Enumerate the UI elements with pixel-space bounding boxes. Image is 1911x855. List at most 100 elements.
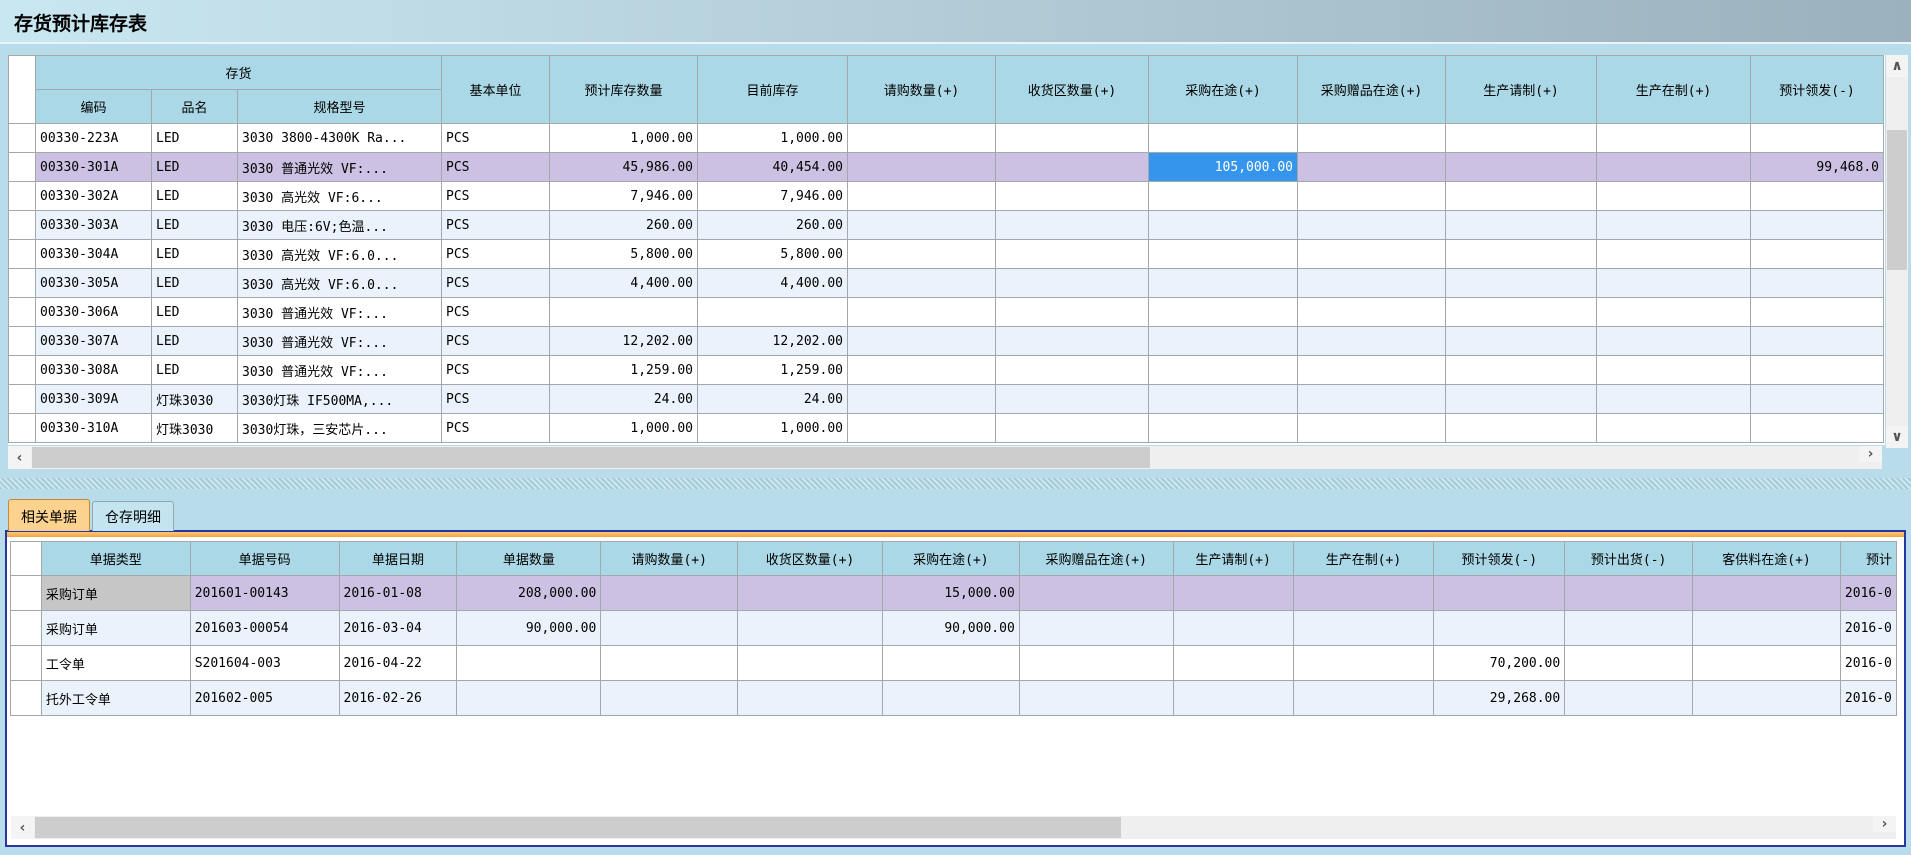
cell[interactable]: PCS (442, 414, 550, 443)
row-selector[interactable] (11, 611, 42, 646)
cell[interactable] (1597, 269, 1751, 298)
column-header[interactable]: 请购数量(+) (601, 542, 738, 576)
cell[interactable] (738, 646, 883, 681)
column-header[interactable]: 采购赠品在途(+) (1019, 542, 1173, 576)
column-header[interactable]: 采购在途(+) (882, 542, 1019, 576)
cell[interactable]: 3030灯珠，三安芯片... (238, 414, 442, 443)
row-selector[interactable] (9, 124, 36, 153)
cell[interactable] (1019, 646, 1173, 681)
cell[interactable] (1751, 327, 1884, 356)
cell[interactable] (1434, 576, 1565, 611)
scroll-left-icon[interactable]: ‹ (8, 446, 31, 469)
cell[interactable] (1693, 681, 1841, 716)
row-selector[interactable] (9, 211, 36, 240)
cell[interactable]: 1,000.00 (550, 414, 698, 443)
cell[interactable]: 00330-302A (36, 182, 152, 211)
column-header[interactable]: 收货区数量(+) (738, 542, 883, 576)
cell[interactable]: 1,259.00 (550, 356, 698, 385)
column-header[interactable]: 请购数量(+) (848, 56, 996, 124)
cell[interactable] (1293, 646, 1434, 681)
cell[interactable] (457, 646, 601, 681)
cell[interactable]: 5,800.00 (698, 240, 848, 269)
cell[interactable]: 00330-301A (36, 153, 152, 182)
panel-splitter[interactable] (0, 478, 1911, 489)
cell[interactable]: 00330-305A (36, 269, 152, 298)
cell[interactable]: 灯珠3030 (152, 414, 238, 443)
row-selector[interactable] (9, 298, 36, 327)
hscroll-thumb[interactable] (32, 447, 1150, 468)
scroll-left-icon[interactable]: ‹ (11, 816, 34, 839)
cell[interactable]: 208,000.00 (457, 576, 601, 611)
cell[interactable] (848, 327, 996, 356)
cell[interactable]: LED (152, 211, 238, 240)
column-header[interactable]: 客供料在途(+) (1693, 542, 1841, 576)
cell[interactable] (996, 356, 1149, 385)
cell[interactable] (1293, 576, 1434, 611)
cell[interactable] (996, 211, 1149, 240)
cell[interactable] (848, 124, 996, 153)
cell[interactable]: 00330-304A (36, 240, 152, 269)
cell[interactable] (1751, 124, 1884, 153)
cell[interactable]: 4,400.00 (698, 269, 848, 298)
cell[interactable]: PCS (442, 240, 550, 269)
cell[interactable] (1298, 327, 1446, 356)
cell[interactable] (1149, 269, 1298, 298)
cell[interactable]: S201604-003 (190, 646, 339, 681)
cell[interactable]: 201603-00054 (190, 611, 339, 646)
cell[interactable] (1565, 646, 1693, 681)
cell[interactable] (996, 153, 1149, 182)
cell[interactable] (996, 385, 1149, 414)
cell[interactable] (738, 576, 883, 611)
column-header[interactable]: 收货区数量(+) (996, 56, 1149, 124)
cell[interactable]: PCS (442, 269, 550, 298)
cell[interactable]: 采购订单 (41, 576, 190, 611)
column-header[interactable]: 生产请制(+) (1173, 542, 1293, 576)
cell[interactable] (1149, 327, 1298, 356)
cell[interactable]: 260.00 (550, 211, 698, 240)
cell[interactable]: 3030 普通光效 VF:... (238, 153, 442, 182)
cell[interactable] (1597, 211, 1751, 240)
tab-warehouse-detail[interactable]: 仓存明细 (92, 501, 174, 531)
cell[interactable] (1446, 385, 1597, 414)
row-selector[interactable] (9, 153, 36, 182)
scroll-right-icon[interactable]: › (1873, 816, 1896, 832)
cell[interactable]: 1,259.00 (698, 356, 848, 385)
cell[interactable]: 00330-223A (36, 124, 152, 153)
cell[interactable] (1446, 356, 1597, 385)
cell[interactable]: 29,268.00 (1434, 681, 1565, 716)
cell[interactable] (601, 576, 738, 611)
cell[interactable] (996, 182, 1149, 211)
column-header[interactable]: 编码 (36, 90, 152, 124)
cell[interactable] (1751, 240, 1884, 269)
cell[interactable]: 3030 普通光效 VF:... (238, 356, 442, 385)
cell[interactable] (1597, 240, 1751, 269)
cell[interactable] (996, 240, 1149, 269)
group-header[interactable]: 存货 (36, 56, 442, 90)
cell[interactable] (698, 298, 848, 327)
cell[interactable] (996, 124, 1149, 153)
cell[interactable] (1597, 298, 1751, 327)
cell[interactable]: PCS (442, 124, 550, 153)
cell[interactable]: 24.00 (698, 385, 848, 414)
cell[interactable]: PCS (442, 153, 550, 182)
cell[interactable]: 7,946.00 (550, 182, 698, 211)
cell[interactable]: LED (152, 124, 238, 153)
row-selector[interactable] (9, 182, 36, 211)
cell[interactable]: 3030灯珠 IF500MA,... (238, 385, 442, 414)
cell[interactable] (848, 211, 996, 240)
cell[interactable] (1597, 327, 1751, 356)
cell[interactable] (848, 356, 996, 385)
cell[interactable]: 2016-0 (1840, 611, 1896, 646)
cell[interactable] (1293, 611, 1434, 646)
cell[interactable] (601, 611, 738, 646)
cell[interactable] (1446, 182, 1597, 211)
cell[interactable] (1597, 385, 1751, 414)
cell[interactable] (1298, 240, 1446, 269)
cell[interactable] (457, 681, 601, 716)
scroll-right-icon[interactable]: › (1859, 446, 1882, 462)
cell[interactable] (1298, 414, 1446, 443)
cell[interactable] (1693, 576, 1841, 611)
cell[interactable] (601, 646, 738, 681)
cell[interactable] (1149, 385, 1298, 414)
cell[interactable]: PCS (442, 356, 550, 385)
